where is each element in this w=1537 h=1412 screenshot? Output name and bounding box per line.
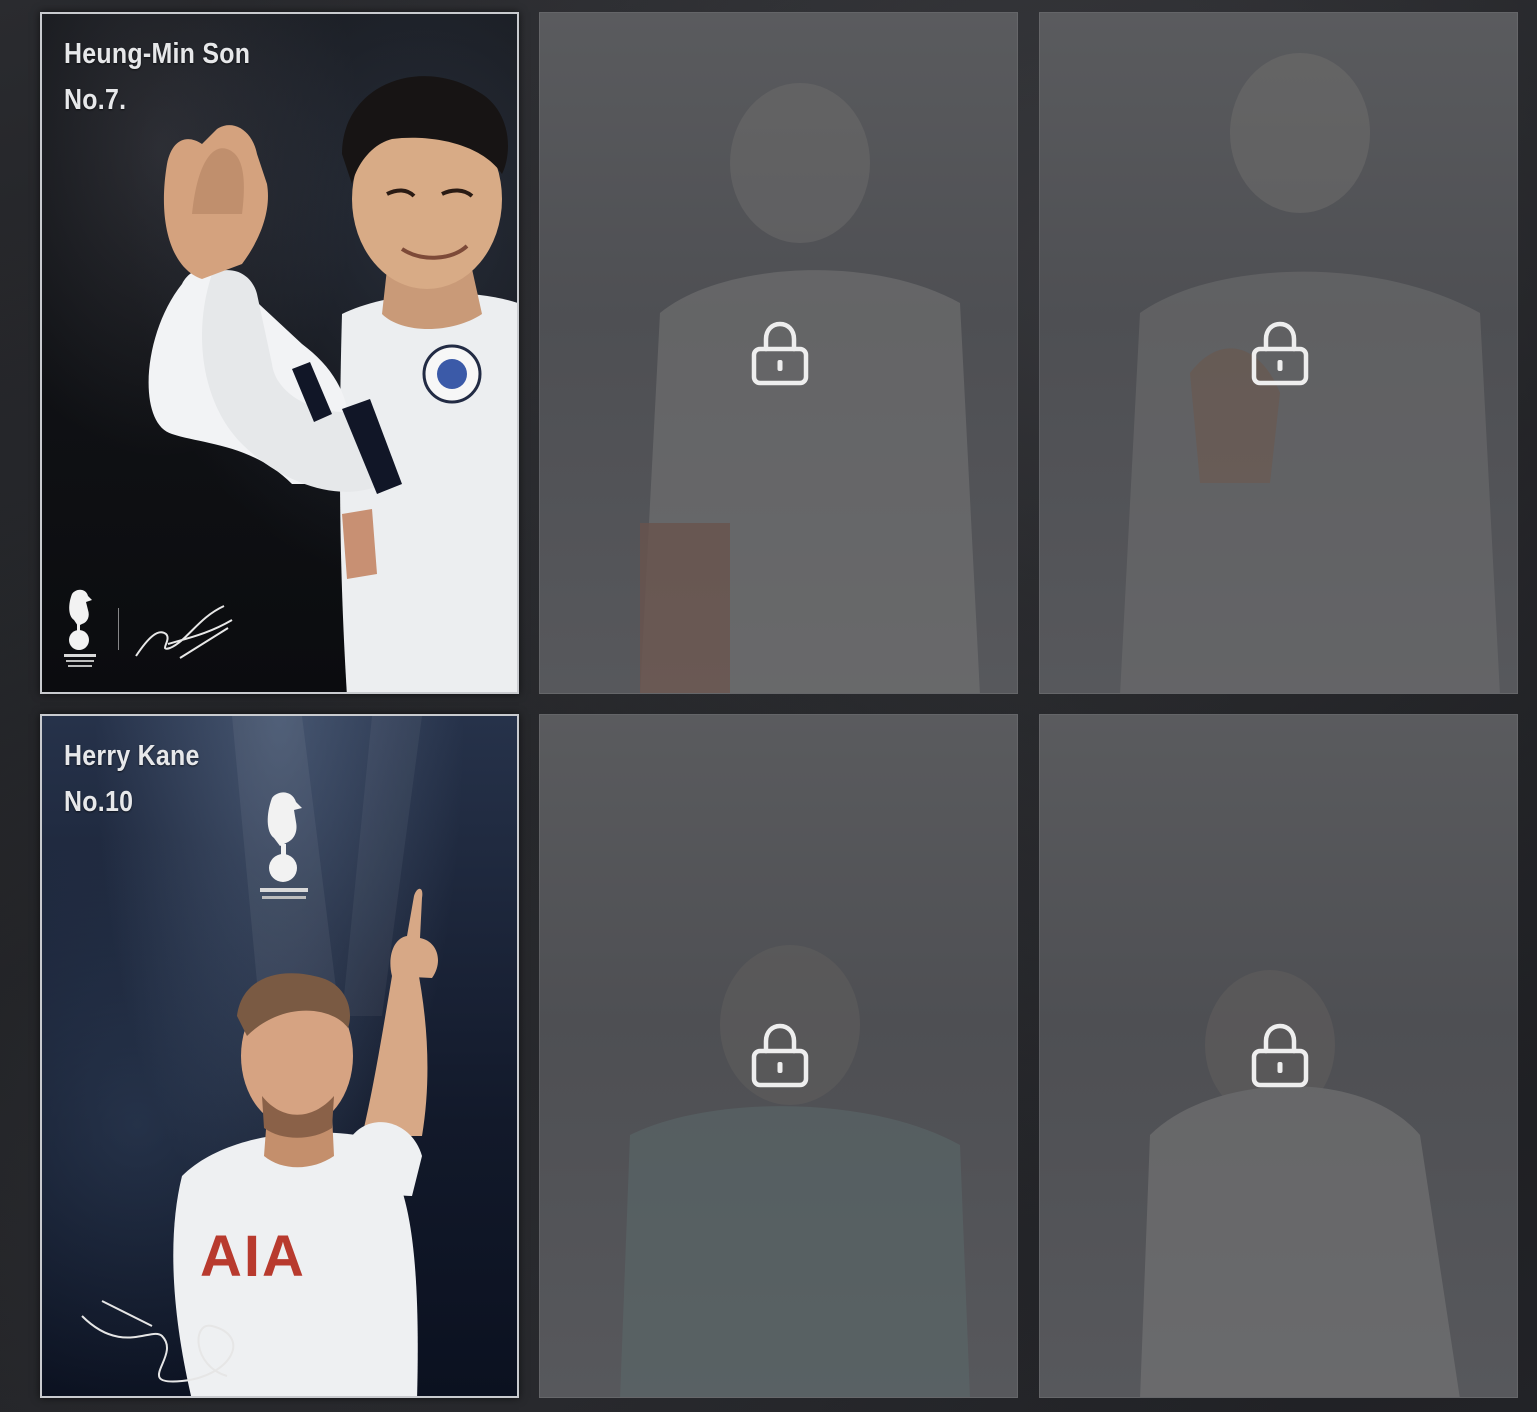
locked-card[interactable] (1039, 12, 1518, 694)
player-number: No.10 (64, 786, 134, 818)
svg-text:AIA: AIA (200, 1224, 306, 1289)
locked-card[interactable] (539, 12, 1018, 694)
lock-icon (751, 1023, 809, 1088)
player-number: No.7. (64, 84, 127, 116)
player-card-kane[interactable]: AIA Herry Kane No.10 (40, 714, 519, 1398)
club-crest-icon (260, 792, 308, 899)
locked-card[interactable] (1039, 714, 1518, 1398)
player-card-gallery: Heung-Min Son No.7. AIA Herry Kane No.10 (0, 0, 1537, 1412)
player-card-son[interactable]: Heung-Min Son No.7. (40, 12, 519, 694)
club-crest-icon (64, 589, 96, 667)
lock-icon (1251, 1023, 1309, 1088)
crest-divider (118, 608, 119, 650)
player-name: Herry Kane (64, 740, 200, 772)
locked-card[interactable] (539, 714, 1018, 1398)
lock-icon (1251, 321, 1309, 386)
player-name: Heung-Min Son (64, 38, 251, 70)
signature (135, 605, 233, 659)
lock-icon (751, 321, 809, 386)
